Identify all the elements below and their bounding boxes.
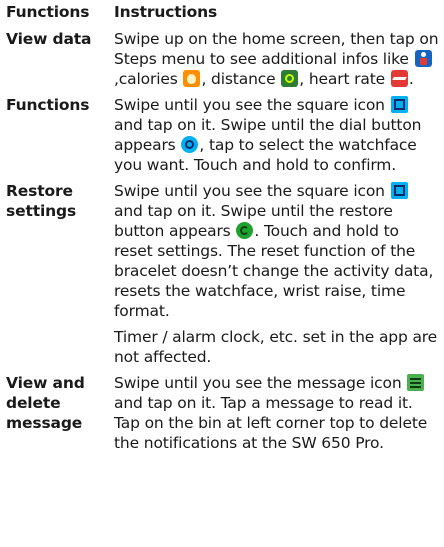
table-header-row: Functions Instructions — [6, 2, 440, 29]
calories-icon — [183, 70, 201, 87]
dial-icon — [181, 136, 199, 153]
header-functions: Functions — [6, 3, 90, 21]
instruction-text: , heart rate — [299, 70, 390, 88]
function-label-line: delete — [6, 394, 61, 412]
instruction-text: Swipe until you see the message icon — [114, 374, 407, 392]
instruction-text: and tap on it. Tap a message to read it.… — [114, 394, 428, 452]
square-icon — [390, 182, 408, 199]
instruction-text: . — [408, 70, 414, 88]
function-label-line: message — [6, 414, 83, 432]
instruction-cell: Swipe until you see the square icon and … — [114, 181, 440, 373]
function-label-line: settings — [6, 202, 77, 220]
instruction-text: Swipe up on the home screen, then tap on… — [114, 30, 439, 68]
instruction-note: Timer / alarm clock, etc. set in the app… — [114, 328, 438, 366]
instruction-cell: Swipe until you see the message icon and… — [114, 373, 440, 459]
table-row-view-data: View data Swipe up on the home screen, t… — [6, 29, 440, 95]
table-row-view-delete-message: View and delete message Swipe until you se… — [6, 373, 440, 459]
instruction-cell: Swipe up on the home screen, then tap on… — [114, 29, 440, 95]
manual-page: Functions Instructions View data Swipe u… — [0, 0, 444, 547]
message-icon — [407, 374, 425, 391]
instruction-text: Swipe until you see the square icon — [114, 182, 390, 200]
instruction-paragraph: Swipe until you see the square icon and … — [114, 181, 440, 321]
instruction-text: Swipe until you see the square icon — [114, 96, 390, 114]
header-instructions: Instructions — [114, 3, 218, 21]
distance-icon — [281, 70, 299, 87]
function-label-line: View and — [6, 374, 85, 392]
table-row-functions: Functions Swipe until you see the square… — [6, 95, 440, 181]
instruction-text: , distance — [201, 70, 281, 88]
function-label-line: Restore — [6, 182, 73, 200]
function-cell: Restore settings — [6, 181, 114, 373]
function-cell: View and delete message — [6, 373, 114, 459]
function-cell: Functions — [6, 96, 90, 114]
restore-icon — [236, 222, 254, 239]
instruction-text: ,calories — [114, 70, 183, 88]
function-cell: View data — [6, 30, 92, 48]
table-row-restore-settings: Restore settings Swipe until you see the … — [6, 181, 440, 373]
instructions-table: Functions Instructions View data Swipe u… — [6, 2, 440, 459]
square-icon — [390, 96, 408, 113]
instruction-cell: Swipe until you see the square icon and … — [114, 95, 440, 181]
heart-rate-icon — [390, 70, 408, 87]
steps-icon — [414, 50, 432, 67]
